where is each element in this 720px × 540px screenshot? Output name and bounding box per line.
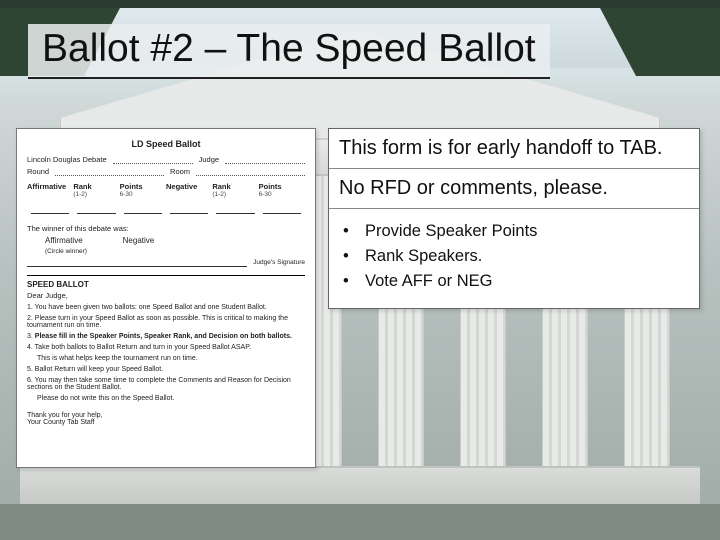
form-blank — [27, 259, 247, 267]
info-line1: This form is for early handoff to TAB. — [329, 129, 699, 169]
form-label-round: Round — [27, 167, 49, 176]
form-row: Lincoln Douglas Debate Judge — [27, 155, 305, 164]
form-col-points: Points6-30 — [120, 182, 166, 198]
info-card: This form is for early handoff to TAB. N… — [328, 128, 700, 309]
title-wrap: Ballot #2 – The Speed Ballot — [28, 24, 692, 79]
form-col-neg: Negative — [166, 182, 212, 198]
form-neg: Negative — [123, 236, 155, 245]
form-item: 2. Please turn in your Speed Ballot as s… — [27, 315, 305, 329]
form-title: LD Speed Ballot — [27, 139, 305, 149]
form-thanks: Thank you for your help, Your County Tab… — [27, 412, 305, 426]
form-preview: LD Speed Ballot Lincoln Douglas Debate J… — [16, 128, 316, 468]
bullet-icon: • — [343, 272, 351, 291]
form-item: 6. You may then take some time to comple… — [27, 377, 305, 391]
form-aff: Affirmative — [45, 236, 83, 245]
form-circle-note: (Circle winner) — [45, 248, 305, 255]
form-blank-row — [27, 204, 305, 214]
form-item: 4. Take both ballots to Ballot Return an… — [27, 344, 305, 351]
form-winner-line: The winner of this debate was: — [27, 224, 305, 233]
form-blank — [196, 168, 305, 176]
form-blank — [113, 156, 193, 164]
bg-steps — [20, 466, 700, 506]
bullet-icon: • — [343, 247, 351, 266]
form-divider — [27, 275, 305, 276]
form-instructions: 1. You have been given two ballots: one … — [27, 304, 305, 402]
form-item: 5. Ballot Return will keep your Speed Ba… — [27, 366, 305, 373]
form-item: This is what helps keep the tournament r… — [37, 355, 305, 362]
info-bullet: •Provide Speaker Points — [343, 219, 689, 244]
form-label-room: Room — [170, 167, 190, 176]
form-row: Round Room — [27, 167, 305, 176]
form-dear: Dear Judge, — [27, 291, 305, 300]
form-affneg: Affirmative Negative — [45, 236, 305, 245]
info-bullet: •Rank Speakers. — [343, 244, 689, 269]
bullet-icon: • — [343, 222, 351, 241]
form-section: SPEED BALLOT — [27, 280, 305, 289]
form-col-aff: Affirmative — [27, 182, 73, 198]
form-col-rank: Rank(1-2) — [73, 182, 119, 198]
info-bullets: •Provide Speaker Points •Rank Speakers. … — [329, 209, 699, 308]
form-item: Please do not write this on the Speed Ba… — [37, 395, 305, 402]
slide: Ballot #2 – The Speed Ballot LD Speed Ba… — [0, 0, 720, 540]
form-col-rank: Rank(1-2) — [212, 182, 258, 198]
form-item: 3. Please fill in the Speaker Points, Sp… — [27, 333, 305, 340]
info-bullet: •Vote AFF or NEG — [343, 269, 689, 294]
form-sig-label: Judge's Signature — [253, 259, 305, 267]
form-blank — [225, 156, 305, 164]
slide-title: Ballot #2 – The Speed Ballot — [28, 24, 550, 79]
form-blank — [55, 168, 164, 176]
info-line2: No RFD or comments, please. — [329, 169, 699, 209]
form-col-points: Points6-30 — [259, 182, 305, 198]
form-signature: Judge's Signature — [27, 259, 305, 267]
form-label-judge: Judge — [199, 155, 219, 164]
form-label-division: Lincoln Douglas Debate — [27, 155, 107, 164]
bg-ground — [0, 504, 720, 540]
form-item: 1. You have been given two ballots: one … — [27, 304, 305, 311]
form-header-row: Affirmative Rank(1-2) Points6-30 Negativ… — [27, 182, 305, 198]
